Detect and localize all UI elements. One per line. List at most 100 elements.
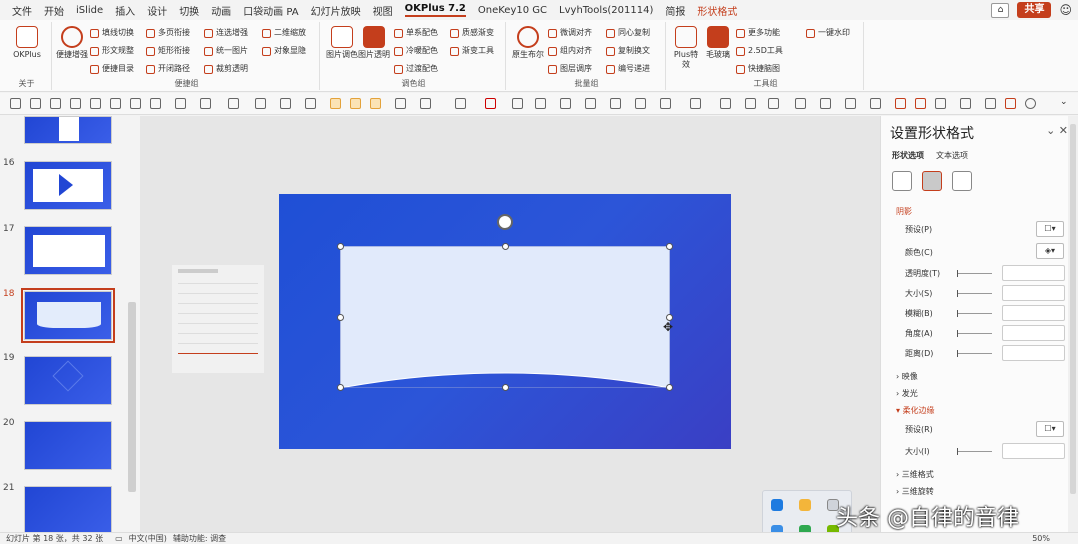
text-outline-icon[interactable] — [455, 98, 466, 109]
resize-handle-b[interactable] — [502, 384, 509, 391]
distance-input[interactable] — [1001, 345, 1065, 361]
btn-multi-select[interactable]: 连选增强 — [204, 26, 248, 40]
btn-transition-color[interactable]: 过渡配色 — [394, 62, 438, 76]
crop-tool-icon[interactable] — [200, 98, 211, 109]
slide-thumb-16[interactable] — [24, 161, 112, 210]
language-status[interactable]: 中文(中国) — [129, 533, 167, 544]
slide-thumb-21[interactable] — [24, 486, 112, 535]
soft-preset-dropdown[interactable]: ☐▾ — [1036, 421, 1064, 437]
btn-texture-gradient[interactable]: 质感渐变 — [450, 26, 494, 40]
align-center-icon[interactable] — [30, 98, 41, 109]
btn-quick-toc[interactable]: 便捷目录 — [90, 62, 134, 76]
pen-icon[interactable] — [512, 98, 523, 109]
star-icon[interactable] — [768, 98, 779, 109]
align-bottom-icon[interactable] — [110, 98, 121, 109]
tab-okplus[interactable]: OKPlus 7.2 — [404, 3, 466, 17]
section-glow[interactable]: › 发光 — [896, 388, 918, 399]
tab-onekey[interactable]: OneKey10 GC — [478, 5, 547, 16]
bullets-icon[interactable] — [635, 98, 646, 109]
tab-text-options[interactable]: 文本选项 — [936, 150, 968, 161]
image-transparent-button[interactable]: 图片透明 — [358, 26, 390, 60]
text-fill-icon[interactable] — [420, 98, 431, 109]
btn-unify-image[interactable]: 统一图片 — [204, 44, 248, 58]
btn-open-close-path[interactable]: 开闭路径 — [146, 62, 190, 76]
effects-pentagon-icon[interactable] — [922, 171, 942, 191]
eyedropper-icon[interactable] — [395, 98, 406, 109]
btn-warm-cool[interactable]: 冷暖配色 — [394, 44, 438, 58]
chart-icon[interactable] — [745, 98, 756, 109]
comment-icon[interactable]: ⌂ — [991, 2, 1010, 18]
resize-handle-t[interactable] — [502, 243, 509, 250]
tab-briefing[interactable]: 简报 — [665, 3, 685, 18]
size-input[interactable] — [1001, 285, 1065, 301]
notes-icon[interactable]: ▭ — [115, 534, 123, 543]
btn-concentric-copy[interactable]: 同心复制 — [606, 26, 650, 40]
window-icon[interactable] — [895, 98, 906, 109]
color-dropdown[interactable]: ◈▾ — [1036, 243, 1064, 259]
okplus-button[interactable]: OKPlus — [11, 26, 43, 60]
tab-islide[interactable]: iSlide — [76, 5, 103, 16]
section-3d-rotation[interactable]: › 三维旋转 — [896, 486, 934, 497]
selected-shape[interactable] — [340, 246, 670, 388]
font-color-icon[interactable] — [485, 98, 496, 109]
align-top-icon[interactable] — [70, 98, 81, 109]
rotate-handle-icon[interactable] — [497, 214, 513, 230]
angle-slider[interactable] — [957, 329, 992, 337]
format-painter-icon[interactable] — [560, 98, 571, 109]
align-left-icon[interactable] — [10, 98, 21, 109]
frosted-glass-button[interactable]: 毛玻璃 — [702, 26, 734, 60]
btn-25d-tool[interactable]: 2.5D工具 — [736, 44, 783, 58]
btn-fill-line-switch[interactable]: 填线切换 — [90, 26, 134, 40]
btn-crop-transparent[interactable]: 裁剪透明 — [204, 62, 248, 76]
target-icon[interactable] — [985, 98, 996, 109]
distribute-icon[interactable] — [130, 98, 141, 109]
tab-shape-options[interactable]: 形状选项 — [892, 150, 924, 161]
tab-insert[interactable]: 插入 — [115, 3, 135, 18]
blur-slider[interactable] — [957, 309, 992, 317]
section-reflection[interactable]: › 映像 — [896, 371, 918, 382]
btn-show-hide[interactable]: 对象显隐 — [262, 44, 306, 58]
cube-icon[interactable] — [795, 98, 806, 109]
btn-mindmap[interactable]: 快捷脑图 — [736, 62, 780, 76]
rotate-icon[interactable] — [175, 98, 186, 109]
btn-fine-align[interactable]: 微调对齐 — [548, 26, 592, 40]
move-icon[interactable] — [960, 98, 971, 109]
btn-2d-scale[interactable]: 二维缩放 — [262, 26, 306, 40]
tab-home[interactable]: 开始 — [44, 3, 64, 18]
fill-line-icon[interactable] — [892, 171, 912, 191]
zoom-level[interactable]: 50% — [1032, 534, 1050, 543]
align-right-icon[interactable] — [50, 98, 61, 109]
btn-copy-replace-text[interactable]: 复制换文 — [606, 44, 650, 58]
preset-dropdown[interactable]: ☐▾ — [1036, 221, 1064, 237]
size-properties-icon[interactable] — [952, 171, 972, 191]
convenience-enhance-button[interactable]: 便捷增强 — [56, 26, 88, 60]
pane-collapse-icon[interactable]: ⌄ ✕ — [1046, 124, 1068, 137]
slide-thumb-18[interactable] — [21, 288, 115, 343]
tab-file[interactable]: 文件 — [12, 3, 32, 18]
pin-icon[interactable] — [870, 98, 881, 109]
section-shadow[interactable]: 阴影 — [896, 206, 912, 217]
btn-gradient-tool[interactable]: 渐变工具 — [450, 44, 494, 58]
btn-watermark[interactable]: 一键水印 — [806, 26, 850, 40]
shape-icon[interactable] — [255, 98, 266, 109]
fill-color-icon[interactable] — [330, 98, 341, 109]
tab-transitions[interactable]: 切换 — [179, 3, 199, 18]
slide-thumb-17[interactable] — [24, 226, 112, 275]
font-size-icon[interactable] — [585, 98, 596, 109]
outline-color-icon[interactable] — [350, 98, 361, 109]
section-3d-format[interactable]: › 三维格式 — [896, 469, 934, 480]
effect-color-icon[interactable] — [370, 98, 381, 109]
plus-effects-button[interactable]: Plus特效 — [670, 26, 702, 70]
angle-input[interactable] — [1001, 325, 1065, 341]
circle-icon[interactable] — [1025, 98, 1036, 109]
btn-mono-color[interactable]: 单系配色 — [394, 26, 438, 40]
tab-view[interactable]: 视图 — [373, 3, 393, 18]
soft-size-slider[interactable] — [957, 447, 992, 455]
frame-icon[interactable] — [1005, 98, 1016, 109]
tab-design[interactable]: 设计 — [147, 3, 167, 18]
transparency-input[interactable] — [1001, 265, 1065, 281]
clear-format-icon[interactable] — [610, 98, 621, 109]
blur-input[interactable] — [1001, 305, 1065, 321]
color-app-icon[interactable] — [799, 499, 811, 511]
image-tint-button[interactable]: 图片调色 — [326, 26, 358, 60]
